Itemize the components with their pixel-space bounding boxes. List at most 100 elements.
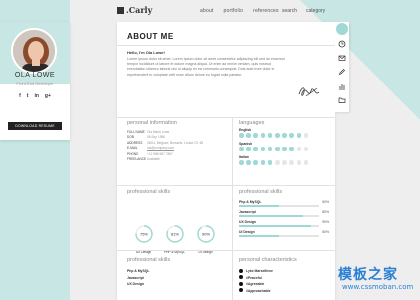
download-resume-button[interactable]: DOWNLOAD RESUME	[8, 122, 62, 130]
circle-skills-heading: professional skills	[127, 189, 171, 195]
level-dot	[260, 133, 266, 138]
skill-label: UX Design	[239, 220, 256, 224]
circle-skills: 75% UX Design 81% PHP & MySQL 90% UI Design	[127, 202, 227, 254]
skill-bar: Javascript 80%	[239, 210, 329, 220]
bar-fill	[239, 205, 279, 207]
language-name: Italian	[239, 155, 249, 160]
language-level	[239, 133, 329, 138]
level-dot	[274, 160, 280, 165]
info-row: FREELANCE Available	[127, 157, 227, 162]
skill-bar: UX Design 90%	[239, 220, 329, 230]
skill-label: UI Design	[239, 230, 255, 234]
languages-heading: languages	[239, 120, 265, 126]
nav-item-references[interactable]: references	[253, 8, 279, 14]
level-dot	[267, 160, 273, 165]
level-dot	[246, 160, 251, 165]
pro-skills-heading: professional skills	[127, 257, 171, 263]
level-dot	[246, 146, 251, 152]
level-dot	[282, 160, 287, 165]
bar-fill	[239, 225, 311, 227]
characteristics-heading: personal characteristics	[239, 257, 297, 263]
section-divider	[117, 250, 335, 251]
personal-info-heading: personal information	[127, 120, 177, 126]
check-icon	[239, 288, 243, 293]
skill-ring: 81%	[165, 225, 184, 243]
language-level	[239, 160, 329, 165]
level-dot	[303, 146, 309, 152]
skill-percent: 80%	[322, 210, 329, 214]
language-row: Italian	[239, 155, 329, 165]
nav-item-category[interactable]: category	[306, 8, 325, 14]
page-title: ABOUT ME	[127, 32, 174, 41]
bar-fill	[239, 215, 303, 217]
skill-percent: 50%	[322, 230, 329, 234]
level-dot	[267, 133, 273, 138]
ring-value: 75%	[139, 231, 147, 236]
level-dot	[282, 146, 287, 152]
profile-role: Front-End Developer	[16, 81, 54, 86]
pro-skills-list: Php & MySQL Javascript UX Design	[127, 268, 227, 288]
characteristics-list: Lyke Marseillese #Peaceful #Agreeable #A…	[239, 268, 329, 294]
skill-bar: UI Design 50%	[239, 230, 329, 240]
level-dot	[239, 146, 244, 152]
level-dot	[260, 146, 266, 152]
characteristic-label: #Approachable	[246, 288, 271, 293]
bar-skills: Php & MySQL 50% Javascript 80% UX Design 90% U…	[239, 200, 329, 240]
level-dot	[289, 146, 294, 152]
language-name: English	[239, 128, 252, 132]
column-divider	[232, 118, 233, 300]
twitter-icon[interactable]: t	[27, 93, 29, 99]
skill-label: Php & MySQL	[239, 200, 262, 204]
check-icon	[239, 281, 243, 286]
intro-text: Lorem Ipsum dolor sit amet, Lorem Ipsum …	[127, 57, 285, 77]
linkedin-icon[interactable]: in	[34, 93, 38, 99]
logo-icon	[117, 7, 124, 14]
watermark-url: www.cssmoban.com	[342, 283, 414, 291]
bar-track	[239, 205, 319, 207]
language-level	[239, 146, 329, 152]
skill-bar: Php & MySQL 50%	[239, 200, 329, 210]
skill-ring: 75%	[134, 225, 153, 243]
level-dot	[303, 133, 309, 138]
info-key: FREELANCE	[127, 157, 147, 162]
facebook-icon[interactable]: f	[19, 93, 21, 99]
language-row: English	[239, 128, 329, 138]
mail-icon[interactable]	[338, 54, 346, 62]
skill-label: Javascript	[239, 210, 256, 214]
ring-value: 90%	[201, 231, 209, 236]
bar-track	[239, 225, 319, 227]
title-divider	[117, 45, 335, 46]
info-value: Available	[147, 157, 160, 162]
skill-percent: 90%	[322, 220, 329, 224]
level-dot	[260, 160, 266, 165]
level-dot	[282, 133, 287, 138]
clock-icon[interactable]	[338, 40, 346, 48]
nav-item-search[interactable]: search	[282, 8, 297, 14]
section-divider	[117, 117, 335, 118]
nav-item-portfolio[interactable]: portfolio	[224, 8, 244, 14]
level-dot	[296, 133, 302, 138]
avatar-icon[interactable]	[336, 23, 348, 35]
level-dot	[253, 146, 258, 152]
characteristic-label: #Peaceful	[246, 275, 262, 280]
level-dot	[274, 146, 280, 152]
chart-icon[interactable]	[338, 82, 346, 90]
language-row: Spanish	[239, 142, 329, 152]
watermark-logo: 模板之家	[338, 267, 398, 283]
folder-icon[interactable]	[338, 96, 346, 104]
language-name: Spanish	[239, 141, 253, 146]
personal-info-table: FULL NAME Ola Maria Lowe DOB 06 Sep 1986 A…	[127, 130, 227, 162]
bar-fill	[239, 235, 279, 237]
level-dot	[246, 133, 251, 138]
bar-skills-heading: professional skills	[239, 189, 283, 195]
site-logo[interactable]: .Carly	[117, 5, 152, 15]
nav-item-about[interactable]: about	[200, 8, 214, 14]
pencil-icon[interactable]	[338, 68, 346, 76]
skill-ring: 90%	[196, 225, 215, 243]
check-icon	[239, 275, 243, 280]
greeting: Hello, I'm Ola Lowe!	[127, 50, 165, 55]
google-plus-icon[interactable]: g+	[45, 93, 51, 99]
profile-name: OLA LOWE	[14, 72, 56, 79]
level-dot	[267, 146, 273, 152]
level-dot	[303, 160, 309, 165]
